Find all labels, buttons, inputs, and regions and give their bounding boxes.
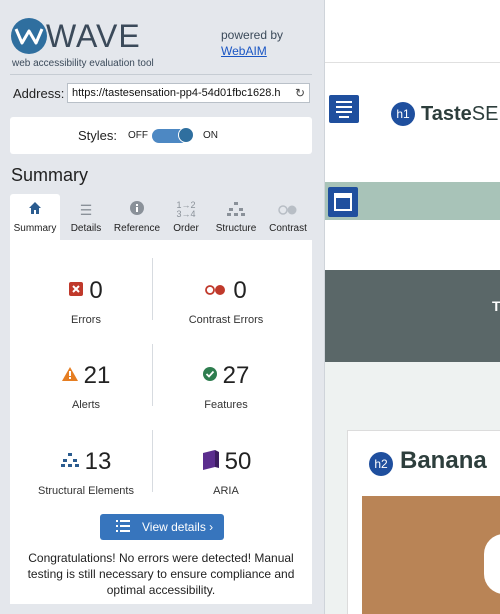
tab-label: Details (70, 223, 102, 234)
tab-order[interactable]: 1→2 3→4 Order (166, 194, 206, 240)
hero-band (325, 270, 500, 362)
errors-count: 0 (89, 277, 103, 304)
tab-label: Structure (215, 223, 257, 234)
address-label: Address: (13, 86, 65, 101)
contrast-errors-count: 0 (233, 277, 247, 304)
summary-heading: Summary (11, 165, 89, 185)
styles-on-label: ON (203, 130, 218, 141)
check-icon (202, 366, 217, 386)
panel-tabs: Summary ☰ Details Reference 1→2 3→4 Order… (10, 194, 312, 240)
contrast-errors-stat[interactable]: 0 Contrast Errors (156, 276, 296, 326)
tab-structure[interactable]: Structure (210, 194, 262, 240)
structural-stat[interactable]: 13 Structural Elements (16, 447, 156, 497)
aria-stat[interactable]: 50 ARIA (156, 447, 296, 497)
wave-sidebar: WAVE web accessibility evaluation tool p… (0, 0, 325, 614)
styles-toggle-knob[interactable] (178, 127, 194, 143)
tab-label: Order (173, 223, 199, 234)
address-value: https://tastesensation-pp4-54d01fbc1628.… (72, 87, 281, 99)
aria-label: ARIA (213, 485, 239, 497)
list-icon (116, 520, 130, 532)
tab-label: Contrast (269, 223, 307, 234)
features-stat[interactable]: 27 Features (156, 361, 296, 411)
tab-details[interactable]: ☰ Details (63, 194, 109, 240)
recipe-photo (362, 496, 500, 614)
structure-icon (210, 201, 262, 221)
html5-icon[interactable] (329, 95, 359, 123)
alert-icon (61, 366, 78, 386)
page-top-strip (325, 0, 500, 62)
address-input[interactable]: https://tastesensation-pp4-54d01fbc1628.… (67, 83, 310, 103)
home-icon (10, 201, 60, 221)
alerts-label: Alerts (71, 399, 101, 411)
errors-stat[interactable]: 0 Errors (16, 276, 156, 326)
app-title: WAVE (46, 18, 141, 54)
tab-reference[interactable]: Reference (110, 194, 164, 240)
reload-icon[interactable]: ↻ (295, 86, 305, 100)
info-icon (110, 201, 164, 221)
error-icon (69, 281, 84, 301)
styles-panel: Styles: OFF ON (10, 117, 312, 154)
list-icon: ☰ (79, 202, 93, 218)
tab-summary[interactable]: Summary (10, 194, 60, 240)
h1-badge-icon[interactable]: h1 (391, 102, 415, 126)
styles-label: Styles: (78, 128, 118, 143)
structural-count: 13 (84, 448, 112, 475)
errors-label: Errors (71, 314, 101, 326)
divider (10, 74, 312, 75)
tab-label: Summary (13, 223, 57, 234)
tab-contrast[interactable]: Contrast (264, 194, 312, 240)
app-subtitle: web accessibility evaluation tool (12, 58, 154, 69)
alerts-stat[interactable]: 21 Alerts (16, 361, 156, 411)
page-preview: h1 TasteSEN T h2 Banana (325, 0, 500, 614)
order-icon: 1→2 3→4 (176, 200, 196, 219)
hero-text: T (492, 298, 500, 314)
summary-message: Congratulations! No errors were detected… (27, 551, 295, 597)
tab-label: Reference (113, 223, 161, 234)
powered-by-text: powered by (221, 28, 284, 42)
card-title: Banana (400, 447, 487, 474)
summary-panel: 0 Errors 0 Contrast Errors 21 Alerts 27 … (10, 240, 312, 604)
contrast-error-icon (205, 282, 227, 300)
cup-shape (484, 534, 500, 594)
structural-label: Structural Elements (38, 485, 134, 497)
contrast-errors-label: Contrast Errors (188, 314, 264, 326)
contrast-icon (264, 201, 312, 221)
alerts-count: 21 (83, 362, 111, 389)
h2-badge-icon[interactable]: h2 (369, 452, 393, 476)
view-details-button[interactable]: View details › (100, 514, 224, 540)
aria-count: 50 (224, 448, 252, 475)
view-details-label: View details › (142, 520, 214, 534)
html5-icon[interactable] (328, 187, 358, 217)
brand-name: TasteSEN (421, 103, 500, 126)
features-label: Features (204, 399, 248, 411)
features-count: 27 (222, 362, 250, 389)
structure-icon (60, 452, 79, 473)
wave-logo-icon (11, 18, 47, 54)
styles-off-label: OFF (128, 130, 148, 141)
brand-part2: SEN (471, 103, 500, 125)
aria-icon (201, 449, 219, 475)
brand-part1: Taste (421, 103, 472, 125)
webaim-link[interactable]: WebAIM (221, 44, 267, 58)
